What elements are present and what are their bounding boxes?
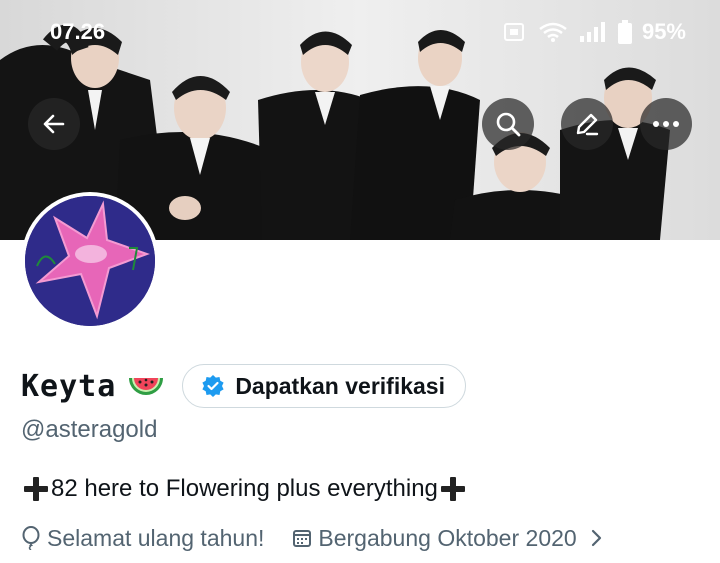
get-verified-button[interactable]: Dapatkan verifikasi (182, 364, 466, 408)
user-handle: @asteragold (21, 416, 158, 443)
battery-icon (617, 20, 632, 44)
plus-icon (24, 477, 48, 501)
system-status-bar: 07.26 95% (0, 0, 720, 64)
verified-badge-icon (202, 375, 224, 397)
chevron-right-icon (591, 529, 601, 547)
avatar-star-graphic (25, 196, 155, 326)
profile-bio: 82 here to Flowering plus everything (21, 474, 468, 504)
more-options-button[interactable] (640, 98, 692, 150)
joined-date-item[interactable]: Bergabung Oktober 2020 (292, 525, 602, 552)
avatar-image (25, 196, 155, 326)
search-button[interactable] (482, 98, 534, 150)
status-indicators: 95% (502, 19, 686, 45)
plus-icon (440, 477, 465, 501)
profile-avatar[interactable] (21, 192, 159, 330)
birthday-item[interactable]: Selamat ulang tahun! (21, 525, 264, 552)
more-dots-icon (653, 121, 679, 127)
wifi-icon (539, 22, 567, 42)
signal-icon (579, 22, 605, 42)
sim-icon (503, 23, 524, 41)
balloon-icon (22, 526, 40, 550)
pencil-icon (576, 113, 599, 136)
calendar-icon (293, 530, 312, 547)
search-icon (496, 112, 521, 137)
bio-text: 82 here to Flowering plus everything (51, 475, 438, 502)
display-name: Keyta (21, 368, 117, 404)
joined-date-text: Bergabung Oktober 2020 (318, 524, 577, 551)
edit-button[interactable] (561, 98, 613, 150)
get-verified-label: Dapatkan verifikasi (235, 372, 445, 399)
status-time: 07.26 (50, 19, 106, 44)
back-button[interactable] (28, 98, 80, 150)
battery-percent: 95% (641, 19, 686, 44)
profile-meta-row: Selamat ulang tahun! Bergabung Oktober 2… (21, 522, 603, 554)
birthday-text: Selamat ulang tahun! (47, 524, 265, 551)
profile-name-row: Keyta Dapatkan verifikasi (21, 362, 466, 410)
arrow-left-icon (43, 114, 65, 134)
watermelon-icon (129, 378, 164, 395)
